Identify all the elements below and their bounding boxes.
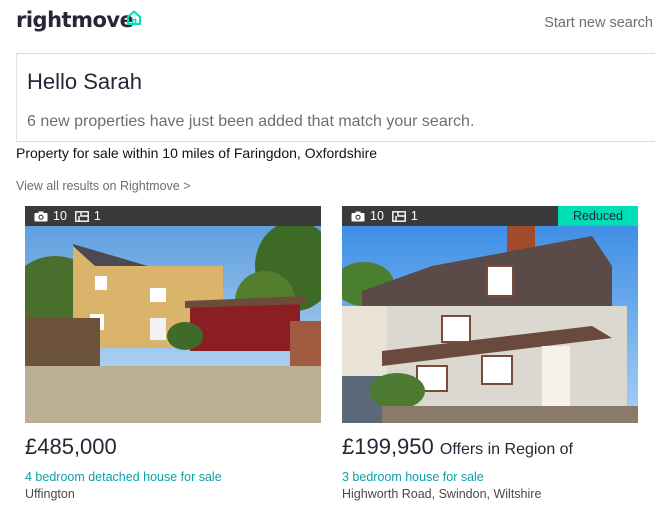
price-value: £485,000 <box>25 434 117 459</box>
property-price: £199,950 Offers in Region of <box>342 434 573 460</box>
property-card[interactable]: 10 1 £485,000 4 bedroom detached house f… <box>25 206 321 516</box>
photo-count: 10 <box>370 209 384 223</box>
start-new-search-link[interactable]: Start new search <box>544 15 653 31</box>
reduced-badge: Reduced <box>558 206 638 226</box>
photo-count: 10 <box>53 209 67 223</box>
property-price: £485,000 <box>25 434 117 460</box>
greeting-divider <box>16 141 655 142</box>
header: rightmove Start new search <box>0 0 666 44</box>
property-address: Uffington <box>25 487 75 501</box>
greeting-subtitle: 6 new properties have just been added th… <box>27 113 475 130</box>
camera-icon <box>351 211 365 221</box>
greeting-title: Hello Sarah <box>27 69 142 94</box>
property-description-link[interactable]: 3 bedroom house for sale <box>342 470 484 484</box>
property-address: Highworth Road, Swindon, Wiltshire <box>342 487 542 501</box>
search-criteria-title: Property for sale within 10 miles of Far… <box>16 145 378 161</box>
floorplan-icon <box>75 210 89 222</box>
rightmove-logo[interactable]: rightmove <box>16 8 134 32</box>
property-photo[interactable] <box>25 226 321 423</box>
property-photo[interactable] <box>342 226 638 423</box>
floorplan-icon <box>392 210 406 222</box>
floorplan-count: 1 <box>93 209 101 223</box>
camera-icon <box>34 211 48 221</box>
price-value: £199,950 <box>342 434 434 459</box>
price-qualifier: Offers in Region of <box>439 441 573 458</box>
greeting-panel: Hello Sarah 6 new properties have just b… <box>16 53 655 141</box>
house-outline-icon <box>127 10 141 25</box>
floorplan-count: 1 <box>410 209 418 223</box>
property-card[interactable]: 10 1 Reduced £199,950 Offers in Region o… <box>342 206 638 516</box>
view-all-results-link[interactable]: View all results on Rightmove > <box>16 179 191 193</box>
property-description-link[interactable]: 4 bedroom detached house for sale <box>25 470 222 484</box>
media-count-bar: 10 1 <box>25 206 321 226</box>
